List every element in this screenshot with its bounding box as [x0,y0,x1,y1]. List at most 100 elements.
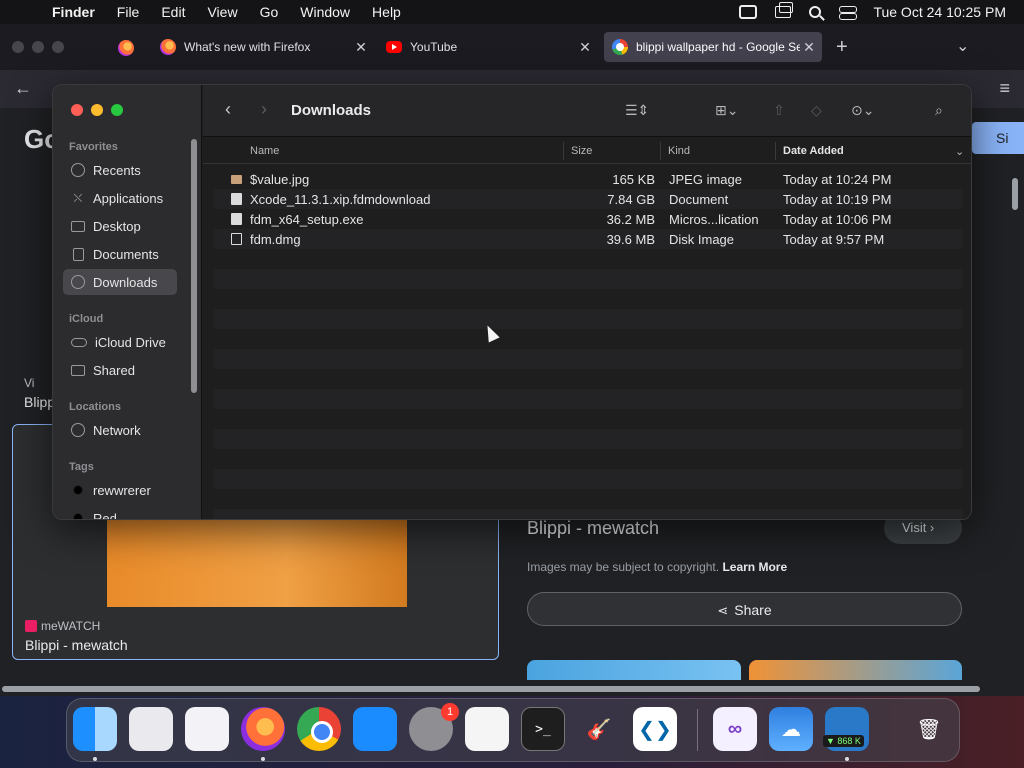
tab-google-search[interactable]: blippi wallpaper hd - Google Se ✕ [604,32,822,62]
dock-chrome-icon[interactable] [297,707,341,751]
hamburger-menu-icon[interactable]: ≡ [999,78,1010,99]
sort-chevron-icon[interactable]: ⌄ [955,145,964,158]
menu-edit[interactable]: Edit [161,4,185,20]
tab-close-icon[interactable]: ✕ [576,39,594,56]
clock-icon [71,163,85,177]
browser-minimize-button[interactable] [32,41,44,53]
group-by-icon[interactable]: ⊞⌄ [715,102,738,119]
tab-label: What's new with Firefox [184,40,311,54]
shared-folder-icon [71,364,85,376]
finder-sidebar: Favorites Recents ⛌ Applications Desktop… [53,85,202,519]
sidebar-item-applications[interactable]: ⛌ Applications [63,185,177,211]
sidebar-item-downloads[interactable]: Downloads [63,269,177,295]
dock-guitar-app-icon[interactable]: 🎸 [577,707,621,751]
sidebar-item-icloud-drive[interactable]: iCloud Drive [63,329,177,355]
menu-window[interactable]: Window [300,4,350,20]
sidebar-item-documents[interactable]: Documents [63,241,177,267]
tab-close-icon[interactable]: ✕ [352,39,370,56]
dock-launchpad-icon[interactable] [129,707,173,751]
sidebar-item-desktop[interactable]: Desktop [63,213,177,239]
related-image-thumbnail[interactable] [527,660,741,680]
google-icon [612,39,628,55]
dock-trash-icon[interactable]: 🗑 [907,707,951,751]
empty-row-stripe [213,349,963,369]
menu-clock[interactable]: Tue Oct 24 10:25 PM [873,4,1006,20]
column-header-size[interactable]: Size [571,145,592,157]
search-icon[interactable]: ⌕ [935,102,943,119]
page-vertical-scrollbar[interactable] [1012,178,1018,210]
tab-whats-new[interactable]: What's new with Firefox ✕ [152,32,374,62]
result-title[interactable]: Blipp [24,394,55,410]
sidebar-item-tag-red[interactable]: Red [63,505,177,519]
learn-more-link[interactable]: Learn More [722,560,787,574]
dock-firefox-icon[interactable] [241,707,285,751]
tab-list-chevron-icon[interactable]: ⌄ [956,36,969,56]
column-header-kind[interactable]: Kind [668,145,690,157]
dock-app-store-icon[interactable] [353,707,397,751]
globe-icon [71,423,85,437]
related-image-thumbnail[interactable] [749,660,962,680]
sidebar-item-label: iCloud Drive [95,334,166,350]
menu-go[interactable]: Go [260,4,279,20]
spotlight-search-icon[interactable] [809,6,822,18]
tab-close-icon[interactable]: ✕ [800,39,818,56]
browser-zoom-button[interactable] [52,41,64,53]
share-icon[interactable]: ⇧ [773,102,785,119]
sidebar-section-locations: Locations [69,401,121,413]
stage-manager-icon[interactable] [739,5,758,19]
forward-chevron-icon[interactable]: › [261,99,267,120]
more-actions-icon[interactable]: ⊙⌄ [851,102,874,119]
dock-safari-icon[interactable] [185,707,229,751]
file-row[interactable]: fdm_x64_setup.exe 36.2 MB Micros...licat… [213,209,963,229]
sidebar-item-network[interactable]: Network [63,417,177,443]
dock-weather-icon[interactable]: ☁ [769,707,813,751]
image-file-icon [231,175,242,184]
sidebar-scrollbar[interactable] [191,139,197,393]
menu-help[interactable]: Help [372,4,401,20]
tab-youtube[interactable]: YouTube ✕ [378,32,598,62]
list-view-icon[interactable]: ☰⇕ [625,102,649,119]
column-header-name[interactable]: Name [250,145,279,157]
dock-terminal-icon[interactable]: >_ [521,707,565,751]
close-window-button[interactable] [71,104,83,116]
column-divider[interactable] [563,142,564,160]
result-title[interactable]: Blippi - mewatch [25,637,128,653]
result-thumbnail[interactable] [107,519,407,607]
column-header-date-added[interactable]: Date Added [783,145,844,157]
new-tab-button[interactable]: + [836,36,848,59]
firefox-view-icon[interactable] [118,40,134,56]
sidebar-item-label: Documents [93,246,159,262]
window-switch-icon[interactable] [775,2,794,18]
file-row[interactable]: $value.jpg 165 KB JPEG image Today at 10… [213,169,963,189]
sidebar-item-recents[interactable]: Recents [63,157,177,183]
sign-in-button[interactable]: Si [972,122,1024,154]
control-center-icon[interactable] [839,6,858,20]
dock-textedit-icon[interactable] [465,707,509,751]
menu-file[interactable]: File [117,4,140,20]
sidebar-item-shared[interactable]: Shared [63,357,177,383]
column-divider[interactable] [660,142,661,160]
file-date-added: Today at 10:24 PM [783,172,892,187]
file-kind: JPEG image [669,172,742,187]
file-row[interactable]: fdm.dmg 39.6 MB Disk Image Today at 9:57… [213,229,963,249]
dock-finder-icon[interactable] [73,707,117,751]
sidebar-item-tag-rewwrerer[interactable]: rewwrerer [63,477,177,503]
back-arrow-icon[interactable]: ← [14,78,32,99]
menu-view[interactable]: View [207,4,237,20]
dock-vscode-icon[interactable]: ❮❯ [633,707,677,751]
page-horizontal-scrollbar[interactable] [2,686,980,692]
dock-visual-studio-icon[interactable]: ∞ [713,707,757,751]
browser-tab-strip: What's new with Firefox ✕ YouTube ✕ blip… [0,24,1024,70]
tag-icon[interactable]: ◇ [811,102,822,119]
menu-app-finder[interactable]: Finder [52,4,95,20]
file-row[interactable]: Xcode_11.3.1.xip.fdmdownload 7.84 GB Doc… [213,189,963,209]
preview-title[interactable]: Blippi - mewatch [527,518,659,539]
share-button[interactable]: ⋖ Share [527,592,962,626]
browser-close-button[interactable] [12,41,24,53]
column-divider[interactable] [775,142,776,160]
zoom-window-button[interactable] [111,104,123,116]
minimize-window-button[interactable] [91,104,103,116]
back-chevron-icon[interactable]: ‹ [225,99,231,120]
file-list-header: Name Size Kind Date Added ⌄ [203,138,971,164]
sidebar-item-label: Recents [93,162,141,178]
